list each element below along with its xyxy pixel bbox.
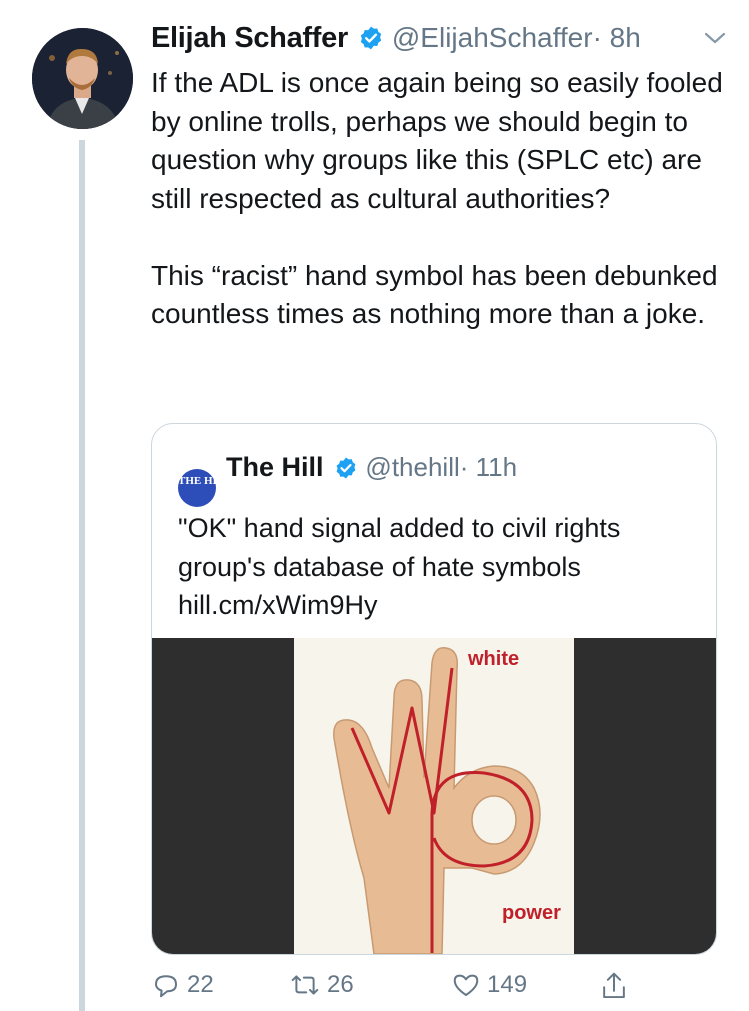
tweet-time[interactable]: · 8h <box>593 22 641 53</box>
author-avatar[interactable] <box>32 28 133 129</box>
quoted-time: · 11h <box>459 452 518 482</box>
retweet-icon <box>291 975 319 995</box>
tweet-paragraph: This “racist” hand symbol has been debun… <box>151 259 718 330</box>
quoted-media[interactable]: white power <box>152 638 716 954</box>
thread-line <box>79 140 85 1011</box>
verified-badge-icon <box>361 26 382 50</box>
quoted-text-block: "OK" hand signal added to civil rights g… <box>178 509 698 625</box>
share-icon <box>603 972 625 999</box>
author-name[interactable]: Elijah Schaffer <box>151 22 348 54</box>
reply-button[interactable]: 22 <box>151 970 214 1000</box>
avatar-photo <box>32 28 133 129</box>
like-button[interactable]: 149 <box>451 970 527 1000</box>
quoted-link[interactable]: hill.cm/xWim9Hy <box>178 586 698 625</box>
tweet-text: If the ADL is once again being so easily… <box>151 64 731 334</box>
quoted-tweet[interactable]: THE HILLThe Hill @thehill· 11h "OK" hand… <box>151 423 717 955</box>
chevron-down-icon[interactable] <box>703 30 727 46</box>
verified-badge-icon <box>336 457 356 479</box>
share-button[interactable] <box>599 970 629 1002</box>
image-label-power: power <box>502 902 561 924</box>
author-handle[interactable]: @ElijahSchaffer <box>392 22 593 53</box>
tweet-actions: 22 26 149 <box>151 970 651 1010</box>
like-count: 149 <box>487 971 528 998</box>
quoted-text: "OK" hand signal added to civil rights g… <box>178 513 621 582</box>
the-hill-logo: THE HILL <box>178 469 232 507</box>
retweet-button[interactable]: 26 <box>289 970 354 1000</box>
quoted-author-name: The Hill <box>226 452 324 482</box>
heart-icon <box>453 974 479 996</box>
tweet-paragraph: If the ADL is once again being so easily… <box>151 67 723 214</box>
image-label-white: white <box>468 648 520 670</box>
quoted-author-handle: @thehill <box>365 452 460 482</box>
reply-count: 22 <box>187 971 214 998</box>
retweet-count: 26 <box>327 971 354 998</box>
reply-icon <box>155 975 177 998</box>
quoted-header: THE HILLThe Hill @thehill· 11h <box>178 452 517 507</box>
hand-sign-image: white power <box>294 638 574 954</box>
tweet-header: Elijah Schaffer @ElijahSchaffer· 8h <box>151 22 749 62</box>
